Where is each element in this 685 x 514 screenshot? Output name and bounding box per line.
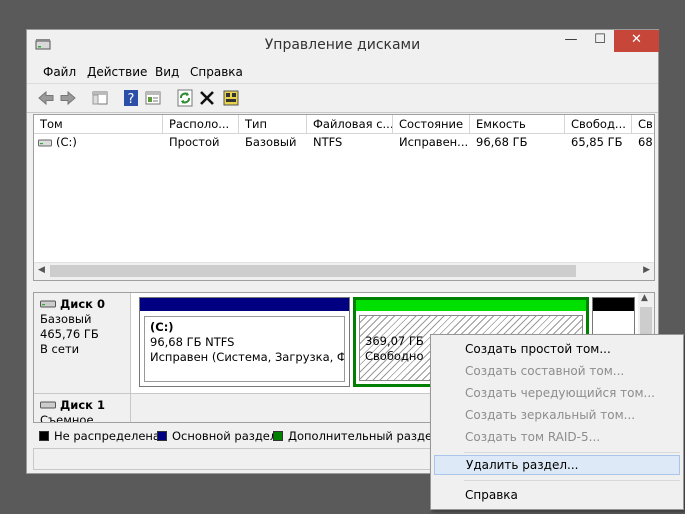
- context-menu: Создать простой том... Создать составной…: [430, 334, 684, 510]
- column-free-percent[interactable]: Св: [632, 115, 654, 133]
- menu-action[interactable]: Действие: [87, 65, 147, 79]
- disk-0-size: 465,76 ГБ: [40, 327, 99, 341]
- back-arrow-icon[interactable]: [36, 88, 56, 108]
- cell-status: Исправен...: [399, 135, 469, 149]
- column-filesystem[interactable]: Файловая с...: [307, 115, 393, 133]
- svg-text:?: ?: [128, 92, 135, 107]
- forward-arrow-icon[interactable]: [58, 88, 78, 108]
- console-tree-icon[interactable]: [90, 88, 110, 108]
- disk-0-state: В сети: [40, 342, 80, 356]
- volume-list: Том Располо... Тип Файловая с... Состоян…: [33, 114, 655, 281]
- menu-item-create-spanned-volume[interactable]: Создать составной том...: [434, 361, 680, 381]
- cell-free-percent: 68: [638, 135, 653, 149]
- cell-type: Базовый: [245, 135, 297, 149]
- disk-1-name: Диск 1: [60, 398, 105, 412]
- menu-file[interactable]: Файл: [43, 65, 76, 79]
- cell-capacity: 96,68 ГБ: [476, 135, 528, 149]
- properties-icon[interactable]: [143, 88, 163, 108]
- horizontal-scrollbar[interactable]: ◀ ▶: [34, 262, 654, 280]
- cell-free: 65,85 ГБ: [571, 135, 623, 149]
- column-type[interactable]: Тип: [239, 115, 307, 133]
- column-volume[interactable]: Том: [34, 115, 163, 133]
- scroll-left-icon[interactable]: ◀: [38, 265, 45, 275]
- menu-separator: [464, 452, 680, 453]
- menu-help[interactable]: Справка: [190, 65, 243, 79]
- menu-item-delete-partition[interactable]: Удалить раздел...: [434, 455, 680, 475]
- close-button[interactable]: ✕: [614, 30, 659, 52]
- menu-view[interactable]: Вид: [155, 65, 179, 79]
- maximize-button[interactable]: ☐: [586, 30, 614, 52]
- disk-1-label[interactable]: Диск 1 Съемное устро: [34, 393, 131, 423]
- horizontal-scroll-thumb[interactable]: [50, 265, 576, 277]
- menu-item-create-striped-volume[interactable]: Создать чередующийся том...: [434, 383, 680, 403]
- column-capacity[interactable]: Емкость: [470, 115, 565, 133]
- legend-extended: Дополнительный раздел: [273, 429, 439, 443]
- disk-0-type: Базовый: [40, 312, 92, 326]
- minimize-button[interactable]: —: [557, 30, 585, 52]
- title-bar[interactable]: Управление дисками — ☐ ✕: [27, 30, 659, 60]
- menu-item-help[interactable]: Справка: [434, 485, 680, 505]
- partition-c[interactable]: (C:) 96,68 ГБ NTFS Исправен (Система, За…: [139, 297, 350, 387]
- partition-c-status: Исправен (Система, Загрузка, Файл: [150, 350, 344, 364]
- menu-separator: [464, 480, 680, 481]
- disk-0-name: Диск 0: [60, 297, 105, 311]
- drive-icon: [38, 134, 52, 153]
- cell-layout: Простой: [169, 135, 220, 149]
- cell-filesystem: NTFS: [313, 135, 343, 149]
- cell-volume: (C:): [56, 135, 77, 149]
- primary-partition-bar: [140, 298, 349, 311]
- table-row[interactable]: (C:) Простой Базовый NTFS Исправен... 96…: [34, 134, 654, 153]
- disk-0-label[interactable]: Диск 0 Базовый 465,76 ГБ В сети: [34, 293, 131, 393]
- unallocated-bar: [593, 298, 634, 311]
- toolbar: ?: [27, 83, 658, 113]
- menu-item-create-mirrored-volume[interactable]: Создать зеркальный том...: [434, 405, 680, 425]
- refresh-icon[interactable]: [175, 88, 195, 108]
- column-free[interactable]: Свобод...: [565, 115, 632, 133]
- column-layout[interactable]: Располо...: [163, 115, 239, 133]
- partition-c-label: (C:): [150, 320, 174, 334]
- volume-list-header: Том Располо... Тип Файловая с... Состоян…: [34, 115, 654, 134]
- scroll-up-icon[interactable]: ▲: [641, 293, 648, 303]
- menu-item-create-raid5-volume[interactable]: Создать том RAID-5...: [434, 427, 680, 447]
- column-status[interactable]: Состояние: [393, 115, 470, 133]
- legend-unallocated: Не распределена: [39, 429, 160, 443]
- legend-primary: Основной раздел: [157, 429, 277, 443]
- extended-partition-bar: [356, 300, 586, 311]
- menu-bar: Файл Действие Вид Справка: [27, 62, 658, 82]
- delete-icon[interactable]: [197, 88, 217, 108]
- settings-icon[interactable]: [221, 88, 241, 108]
- menu-item-create-simple-volume[interactable]: Создать простой том...: [434, 339, 680, 359]
- disk-1-type: Съемное устро: [40, 413, 94, 423]
- disk-icon: [40, 300, 56, 308]
- partition-c-size: 96,68 ГБ NTFS: [150, 335, 235, 349]
- scroll-right-icon[interactable]: ▶: [643, 265, 650, 275]
- removable-disk-icon: [40, 401, 56, 409]
- help-icon[interactable]: ?: [121, 88, 141, 108]
